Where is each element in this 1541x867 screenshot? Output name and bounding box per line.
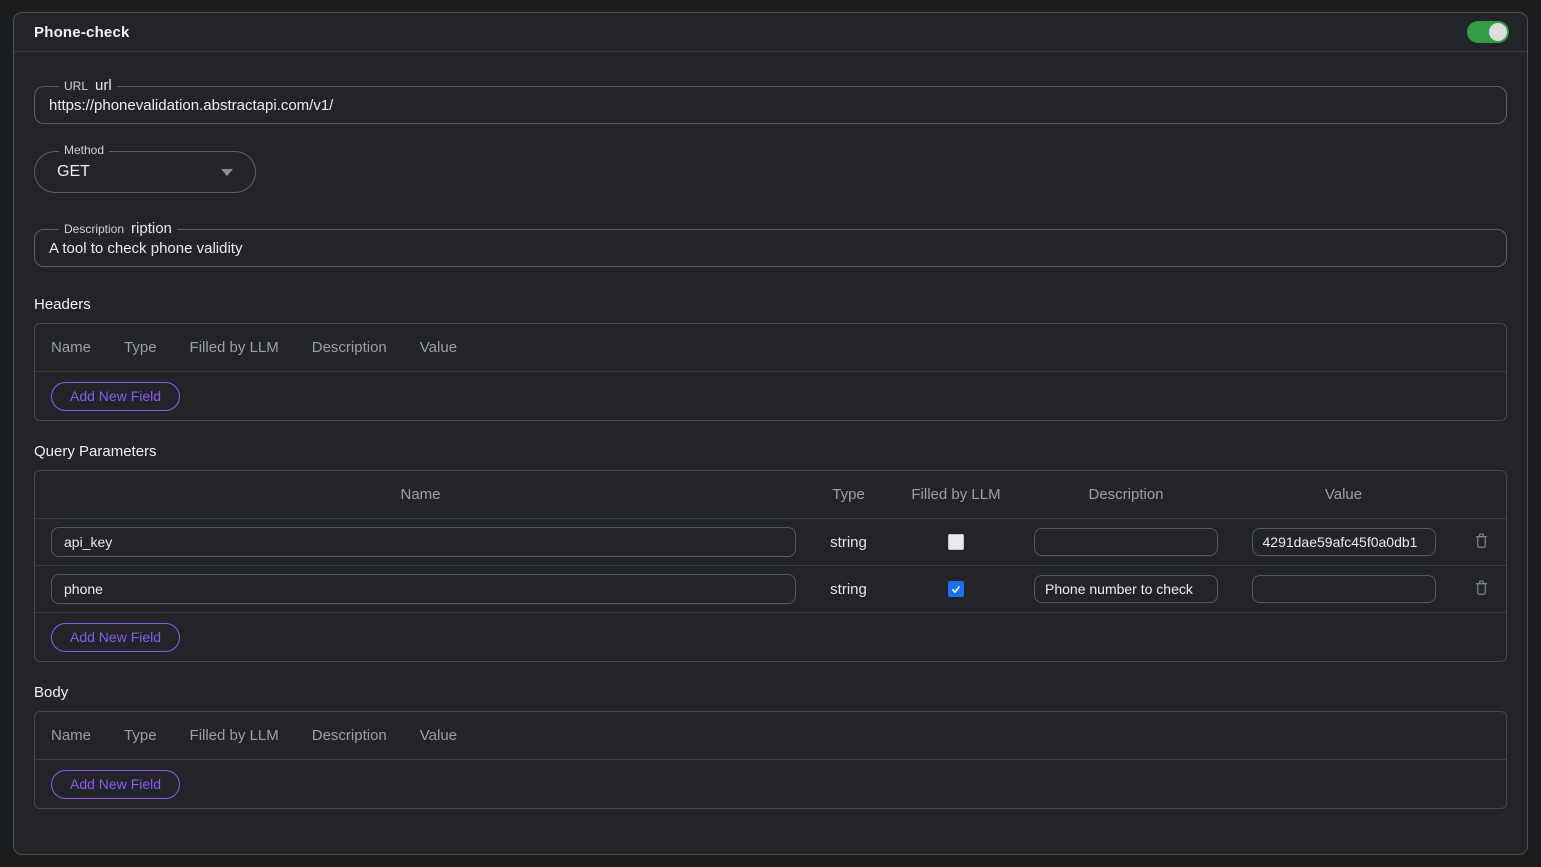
query-parameters-section-title: Query Parameters	[34, 443, 1507, 460]
description-input[interactable]	[35, 230, 1506, 266]
query-parameters-panel: Name Type Filled by LLM Description Valu…	[34, 470, 1507, 662]
url-field-label: URL url	[59, 77, 117, 95]
body-panel: Name Type Filled by LLM Description Valu…	[34, 711, 1507, 809]
description-label-small: Description	[64, 220, 124, 238]
page-title: Phone-check	[34, 24, 130, 41]
headers-col-description: Description	[312, 339, 387, 356]
chevron-down-icon	[221, 169, 233, 176]
body-col-name: Name	[51, 727, 91, 744]
url-field: URL url	[34, 86, 1507, 124]
description-field-label: Description ription	[59, 220, 177, 238]
url-input[interactable]	[35, 87, 1506, 123]
body-col-type: Type	[124, 727, 157, 744]
trash-icon	[1474, 532, 1489, 550]
top-bar: Phone-check	[14, 13, 1527, 52]
method-select[interactable]: Method GET	[34, 151, 256, 193]
param-value-input[interactable]	[1252, 575, 1436, 603]
headers-panel: Name Type Filled by LLM Description Valu…	[34, 323, 1507, 421]
method-value: GET	[57, 163, 90, 181]
param-value-input[interactable]	[1252, 528, 1436, 556]
filled-by-llm-checkbox[interactable]	[948, 581, 964, 597]
filled-by-llm-checkbox[interactable]	[948, 534, 964, 550]
param-description-input[interactable]	[1034, 528, 1218, 556]
check-icon	[950, 583, 962, 595]
qp-col-name: Name	[35, 486, 806, 503]
body-col-value: Value	[420, 727, 457, 744]
param-type: string	[806, 581, 891, 598]
param-description-input[interactable]	[1034, 575, 1218, 603]
headers-col-filled: Filled by LLM	[190, 339, 279, 356]
param-name-input[interactable]	[51, 574, 796, 604]
delete-row-button[interactable]	[1474, 579, 1489, 600]
qp-col-type: Type	[806, 486, 891, 503]
description-field: Description ription	[34, 229, 1507, 267]
headers-col-value: Value	[420, 339, 457, 356]
qp-col-description: Description	[1021, 486, 1231, 503]
headers-col-type: Type	[124, 339, 157, 356]
body-add-field-button[interactable]: Add New Field	[51, 770, 180, 799]
query-parameters-add-field-button[interactable]: Add New Field	[51, 623, 180, 652]
param-type: string	[806, 534, 891, 551]
tool-config-card: Phone-check URL url Method GET Descripti…	[13, 12, 1528, 855]
url-label-large: url	[95, 77, 112, 95]
delete-row-button[interactable]	[1474, 532, 1489, 553]
body-col-description: Description	[312, 727, 387, 744]
description-label-large: ription	[131, 220, 172, 238]
headers-add-field-button[interactable]: Add New Field	[51, 382, 180, 411]
headers-section-title: Headers	[34, 296, 1507, 313]
table-row: string	[35, 566, 1506, 613]
enabled-toggle[interactable]	[1467, 21, 1509, 43]
method-label: Method	[59, 143, 109, 157]
headers-col-name: Name	[51, 339, 91, 356]
body-section-title: Body	[34, 684, 1507, 701]
query-parameters-table-head: Name Type Filled by LLM Description Valu…	[35, 471, 1506, 519]
qp-col-filled: Filled by LLM	[891, 486, 1021, 503]
qp-col-value: Value	[1231, 486, 1456, 503]
body-table-head: Name Type Filled by LLM Description Valu…	[35, 712, 1506, 760]
url-label-small: URL	[64, 77, 88, 95]
headers-table-head: Name Type Filled by LLM Description Valu…	[35, 324, 1506, 372]
param-name-input[interactable]	[51, 527, 796, 557]
body-col-filled: Filled by LLM	[190, 727, 279, 744]
trash-icon	[1474, 579, 1489, 597]
table-row: string	[35, 519, 1506, 566]
toggle-knob	[1489, 23, 1507, 41]
